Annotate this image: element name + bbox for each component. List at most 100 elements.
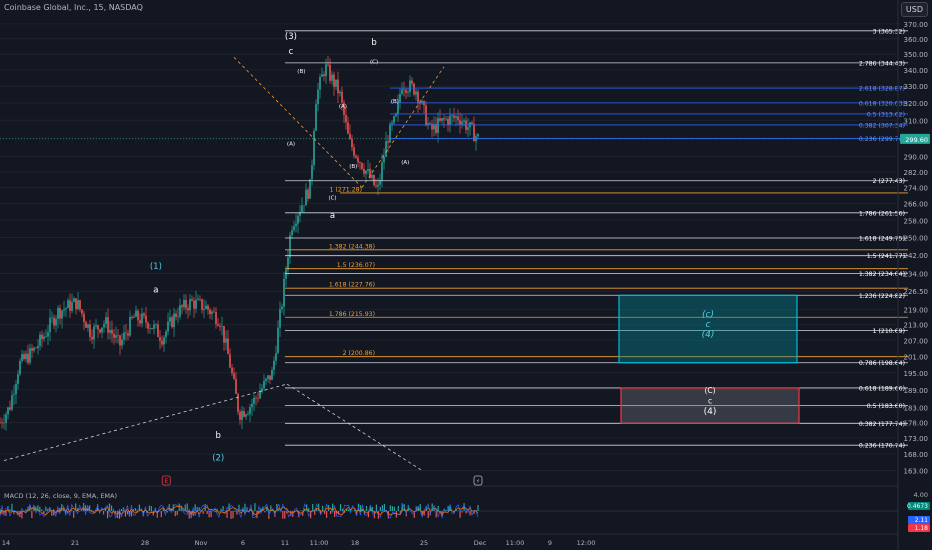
x-tick-label: 11:00	[506, 539, 525, 547]
candle	[305, 183, 307, 206]
candle	[161, 335, 163, 348]
wave-label: a	[153, 285, 158, 295]
candle	[45, 329, 47, 338]
candle	[409, 75, 411, 97]
candle	[215, 307, 217, 329]
candle	[89, 319, 91, 341]
candle	[321, 67, 323, 77]
x-tick-label: 11:00	[310, 539, 329, 547]
candle	[467, 118, 469, 138]
candle	[299, 204, 301, 223]
candle	[189, 294, 191, 316]
candle	[11, 390, 13, 412]
x-tick-label: Nov	[195, 539, 208, 547]
candle	[391, 120, 393, 131]
macd-value-badge: 2.11	[908, 516, 930, 524]
white-fib-label: 1.5 (241.77)	[867, 253, 905, 260]
y-tick-label: 360.00	[904, 36, 929, 44]
candle	[39, 331, 41, 351]
candle	[143, 311, 145, 319]
candle	[441, 117, 443, 125]
fib-anchor-line	[233, 56, 363, 188]
candle	[421, 98, 423, 105]
candle	[65, 306, 67, 318]
candle	[159, 329, 161, 350]
split-icon[interactable]: ⚡	[473, 475, 483, 486]
candle	[249, 403, 251, 423]
candle	[405, 87, 407, 100]
candle	[205, 300, 207, 310]
candle	[147, 321, 149, 334]
macd-value-badge: 1.18	[908, 524, 930, 532]
target-box-label: c	[706, 320, 711, 330]
candle	[185, 294, 187, 314]
candle	[327, 55, 329, 67]
candle	[333, 71, 335, 97]
x-tick-label: 28	[141, 539, 149, 547]
candle	[351, 134, 353, 152]
candle	[211, 309, 213, 320]
wave-label: b	[371, 38, 376, 48]
candle	[301, 197, 303, 213]
candle	[121, 333, 123, 350]
candle	[337, 71, 339, 103]
candle	[51, 311, 53, 324]
candle	[27, 344, 29, 366]
candle	[197, 294, 199, 301]
candle	[443, 114, 445, 128]
y-tick-label: 258.00	[904, 217, 929, 225]
wave-label: (B)	[297, 69, 305, 75]
candle	[169, 309, 171, 326]
candle	[183, 294, 185, 311]
candle	[23, 350, 25, 361]
candle	[319, 73, 321, 99]
macd-value-badge: 0.4673	[907, 502, 930, 510]
target-box-label: (4)	[704, 407, 717, 417]
candle	[151, 327, 153, 330]
candle	[277, 320, 279, 355]
candle	[233, 367, 235, 381]
white-fib-label: 1 (210.69)	[873, 328, 905, 335]
candle	[129, 310, 131, 338]
macd-pane: MACD (12, 26, close, 9, EMA, EMA)4.00-4.…	[0, 491, 930, 533]
y-tick-label: 178.00	[904, 420, 929, 428]
x-tick-label: 11	[281, 539, 289, 547]
earnings-icon[interactable]: E	[161, 475, 171, 486]
candle	[475, 133, 477, 151]
candle	[331, 71, 333, 85]
candle	[191, 295, 193, 302]
candle	[315, 99, 317, 132]
candle	[53, 314, 55, 330]
wave-label: (C)	[328, 196, 336, 202]
candle	[153, 320, 155, 335]
candle	[119, 334, 121, 356]
candle	[289, 231, 291, 264]
fib-levels: 3 (365.32)2.786 (344.43)2 (277.43)1.786 …	[285, 28, 908, 450]
candle	[359, 161, 361, 170]
candle	[265, 377, 267, 386]
x-tick-label: 12:00	[577, 539, 596, 547]
candle	[255, 395, 257, 406]
candle	[1, 418, 3, 429]
candle	[303, 205, 305, 213]
candle	[361, 162, 363, 171]
y-tick-label: 189.00	[904, 387, 929, 395]
axes: 370.00 360.00 350.00 340.00 330.00 320.00 310.…	[0, 0, 930, 550]
candle	[155, 323, 157, 329]
price-chart[interactable]: 3 (365.32)2.786 (344.43)2 (277.43)1.786 …	[0, 0, 932, 550]
candle	[25, 350, 27, 363]
candle	[253, 394, 255, 412]
candle	[457, 109, 459, 126]
wave-label: (C)	[370, 60, 378, 66]
y-tick-label: 250.00	[904, 234, 929, 242]
candle	[415, 88, 417, 101]
y-tick-label: 310.00	[904, 117, 929, 125]
white-fib-label: 3 (365.32)	[873, 28, 905, 35]
wave-label: (B)	[349, 164, 357, 170]
candle	[21, 349, 23, 364]
y-tick-label: 266.00	[904, 201, 929, 209]
candle	[307, 187, 309, 202]
svg-text:299.60: 299.60	[905, 136, 928, 144]
candle	[79, 299, 81, 313]
candle	[175, 310, 177, 321]
